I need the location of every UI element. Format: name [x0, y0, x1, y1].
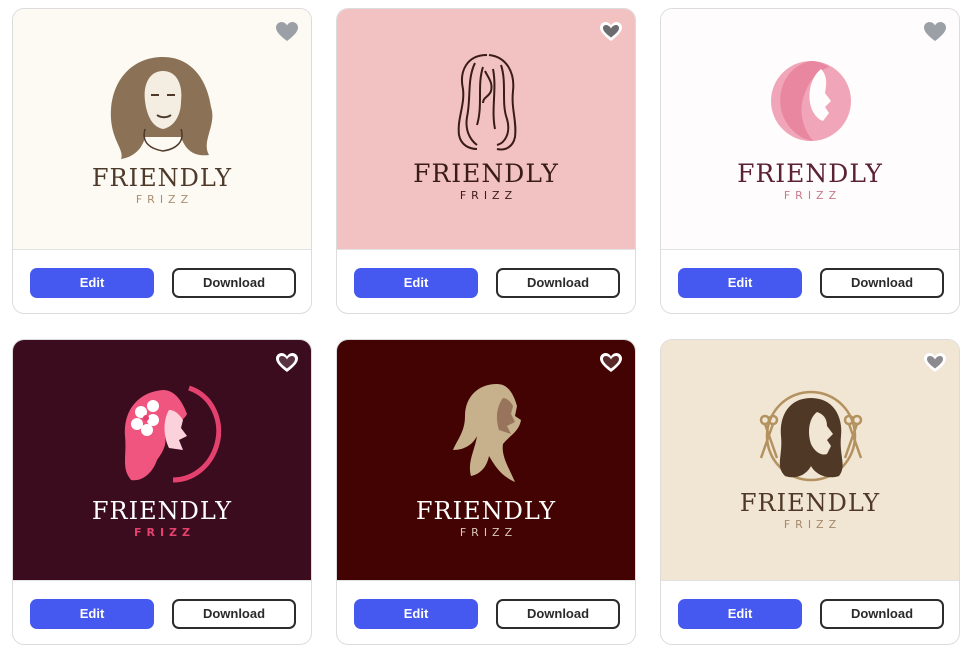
brand-tagline: FRIZZ: [783, 189, 842, 202]
logo-preview[interactable]: FRIENDLY FRIZZ: [13, 340, 311, 580]
favorite-heart-icon[interactable]: [599, 352, 623, 374]
brand-name: FRIENDLY: [413, 159, 559, 188]
edit-button[interactable]: Edit: [30, 268, 154, 298]
brand-name: FRIENDLY: [739, 489, 881, 517]
brand-tagline: FRIZZ: [135, 193, 194, 206]
favorite-heart-icon[interactable]: [923, 21, 947, 43]
card-divider: [13, 580, 311, 581]
brand-tagline: FRIZZ: [133, 526, 196, 539]
woman-with-flower-icon: [124, 385, 222, 483]
edit-button[interactable]: Edit: [678, 268, 802, 298]
download-button[interactable]: Download: [172, 599, 296, 629]
golden-woman-profile-icon: [453, 384, 521, 482]
brand-tagline: FRIZZ: [459, 189, 518, 202]
logo-preview[interactable]: FRIENDLY FRIZZ: [13, 9, 311, 249]
logo-card: FRIENDLY FRIZZ Edit Download: [12, 339, 312, 645]
logo-preview[interactable]: FRIENDLY FRIZZ: [337, 340, 635, 580]
card-divider: [337, 249, 635, 250]
logo-card: FRIENDLY FRIZZ Edit Download: [660, 339, 960, 645]
download-button[interactable]: Download: [820, 268, 944, 298]
edit-button[interactable]: Edit: [354, 599, 478, 629]
brand-tagline: FRIZZ: [783, 518, 842, 531]
brand-tagline: FRIZZ: [459, 526, 518, 539]
favorite-heart-icon[interactable]: [275, 21, 299, 43]
brand-name: FRIENDLY: [91, 497, 233, 525]
favorite-heart-icon[interactable]: [923, 352, 947, 374]
download-button[interactable]: Download: [172, 268, 296, 298]
card-divider: [661, 249, 959, 250]
edit-button[interactable]: Edit: [354, 268, 478, 298]
woman-portrait-icon: [110, 57, 213, 159]
favorite-heart-icon[interactable]: [275, 352, 299, 374]
logo-card: FRIENDLY FRIZZ Edit Download: [660, 8, 960, 314]
logo-results-grid: FRIENDLY FRIZZ Edit Download FRIENDLY FR…: [0, 0, 976, 662]
download-button[interactable]: Download: [496, 599, 620, 629]
logo-preview[interactable]: FRIENDLY FRIZZ: [337, 9, 635, 249]
woman-with-scissors-icon: [759, 390, 863, 482]
logo-preview[interactable]: FRIENDLY FRIZZ: [661, 9, 959, 249]
brand-name: FRIENDLY: [415, 497, 557, 525]
download-button[interactable]: Download: [496, 268, 620, 298]
card-divider: [13, 249, 311, 250]
card-divider: [337, 580, 635, 581]
logo-card: FRIENDLY FRIZZ Edit Download: [12, 8, 312, 314]
logo-card: FRIENDLY FRIZZ Edit Download: [336, 339, 636, 645]
flowing-hair-woman-icon: [457, 54, 517, 151]
brand-name: FRIENDLY: [737, 159, 883, 188]
brand-name: FRIENDLY: [91, 164, 233, 192]
edit-button[interactable]: Edit: [678, 599, 802, 629]
pink-woman-profile-icon: [771, 61, 851, 141]
download-button[interactable]: Download: [820, 599, 944, 629]
logo-preview[interactable]: FRIENDLY FRIZZ: [661, 340, 959, 580]
logo-card: FRIENDLY FRIZZ Edit Download: [336, 8, 636, 314]
favorite-heart-icon[interactable]: [599, 21, 623, 43]
card-divider: [661, 580, 959, 581]
edit-button[interactable]: Edit: [30, 599, 154, 629]
